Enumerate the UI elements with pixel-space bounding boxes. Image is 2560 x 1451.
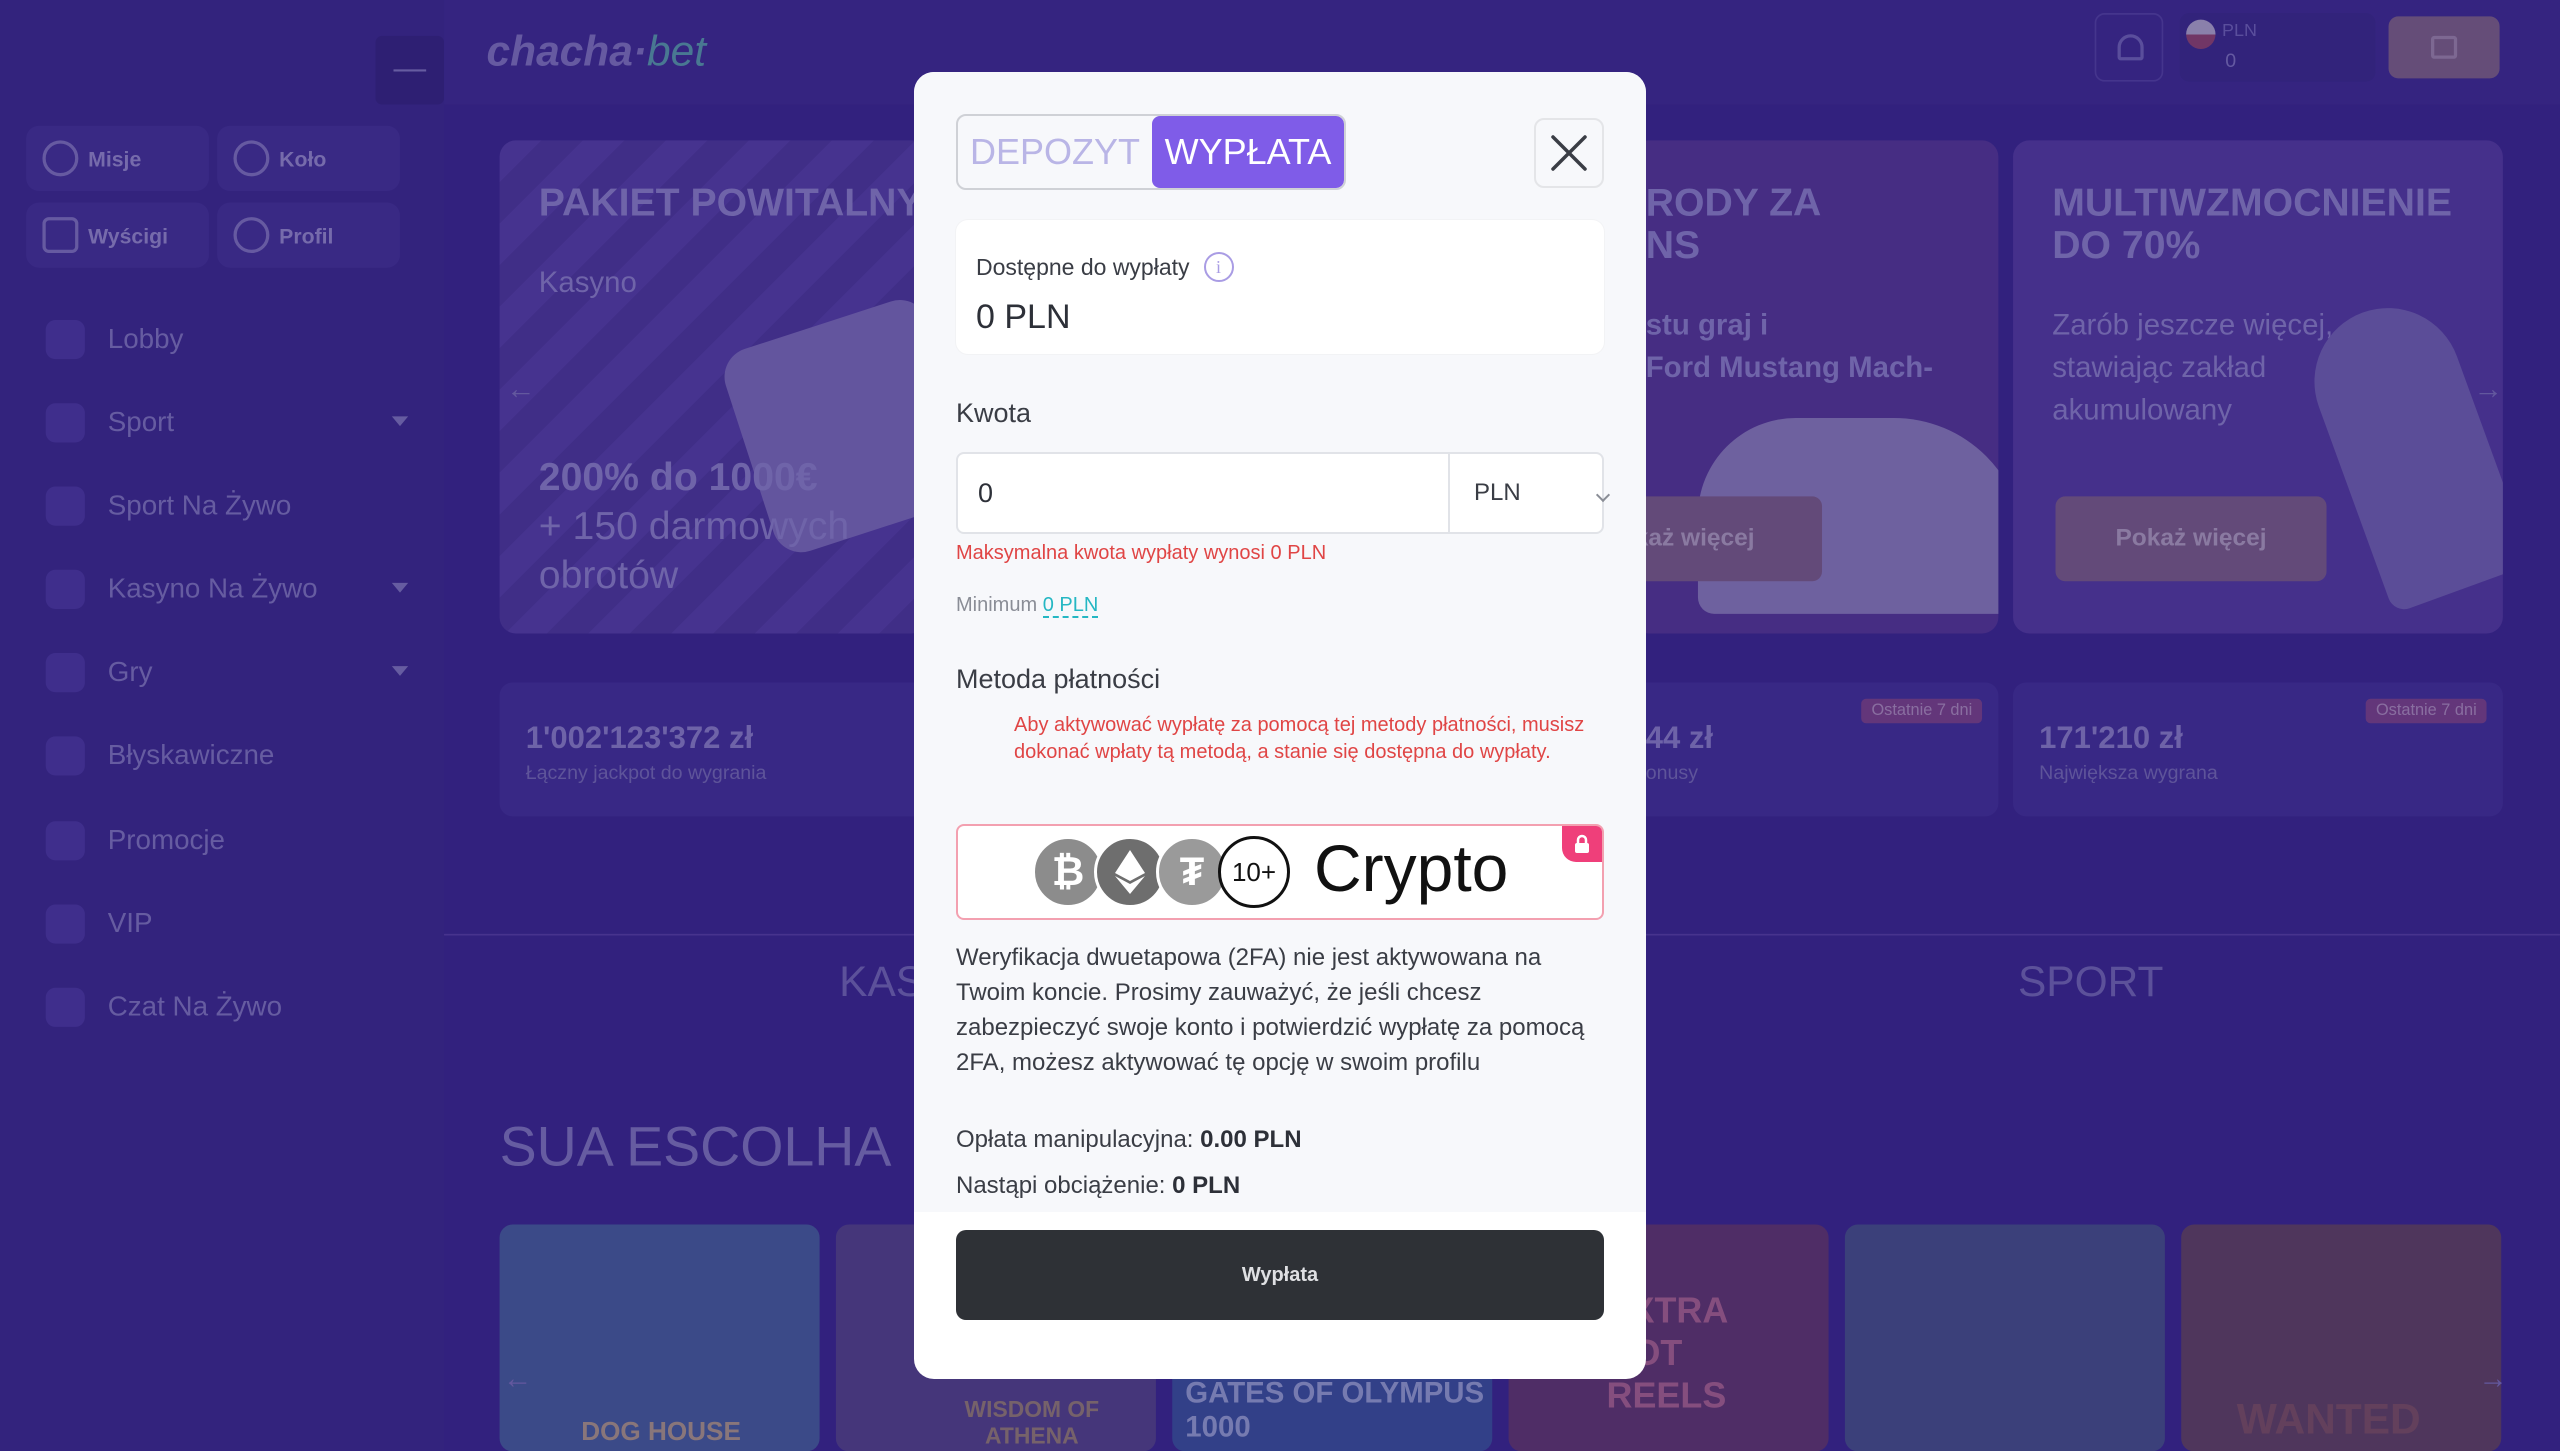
- available-label-row: Dostępne do wypłaty i: [976, 252, 1234, 282]
- withdraw-modal: DEPOZYT WYPŁATA Dostępne do wypłaty i 0 …: [914, 72, 1646, 1379]
- amount-divider: [1448, 454, 1450, 532]
- amount-input[interactable]: [978, 454, 1438, 532]
- tab-withdraw[interactable]: WYPŁATA: [1152, 116, 1344, 188]
- charge-value: 0 PLN: [1172, 1172, 1241, 1199]
- modal-tabs: DEPOZYT WYPŁATA: [956, 114, 1346, 190]
- minimum-label: Minimum: [956, 594, 1038, 616]
- lock-icon: [1562, 826, 1602, 862]
- twofa-notice: Weryfikacja dwuetapowa (2FA) nie jest ak…: [956, 944, 1585, 1076]
- close-icon: [1551, 135, 1587, 171]
- amount-field: PLN: [956, 452, 1611, 534]
- ethereum-glyph: [1115, 850, 1145, 894]
- crypto-method-option[interactable]: ₿ ₮ 10+ Crypto: [956, 824, 1604, 920]
- available-label: Dostępne do wypłaty: [976, 253, 1190, 280]
- currency-select[interactable]: PLN: [1474, 454, 1521, 532]
- more-coins-label: 10+: [1231, 856, 1277, 887]
- more-coins-badge: 10+: [1218, 836, 1290, 908]
- minimum-row: Minimum 0 PLN: [956, 594, 1099, 618]
- amount-error: Maksymalna kwota wypłaty wynosi 0 PLN: [956, 542, 1327, 564]
- info-icon[interactable]: i: [1203, 252, 1234, 282]
- available-value: 0 PLN: [976, 298, 1071, 336]
- payment-method-label: Metoda płatności: [956, 664, 1161, 694]
- close-button[interactable]: [1534, 118, 1604, 188]
- charge-label: Nastąpi obciążenie:: [956, 1172, 1166, 1199]
- minimum-value-link[interactable]: 0 PLN: [1042, 594, 1099, 618]
- charge-row: Nastąpi obciążenie: 0 PLN: [956, 1172, 1240, 1200]
- amount-label: Kwota: [956, 398, 1032, 428]
- lock-glyph: [1575, 834, 1589, 853]
- payment-method-warning: Aby aktywować wypłatę za pomocą tej meto…: [1014, 714, 1585, 763]
- tab-deposit[interactable]: DEPOZYT: [958, 116, 1152, 188]
- fee-row: Opłata manipulacyjna: 0.00 PLN: [956, 1126, 1302, 1154]
- withdraw-submit-button[interactable]: Wypłata: [956, 1230, 1604, 1320]
- fee-label: Opłata manipulacyjna:: [956, 1126, 1194, 1153]
- fee-value: 0.00 PLN: [1200, 1126, 1302, 1153]
- available-balance-card: Dostępne do wypłaty i 0 PLN: [956, 220, 1604, 354]
- crypto-label: Crypto: [1314, 831, 1509, 905]
